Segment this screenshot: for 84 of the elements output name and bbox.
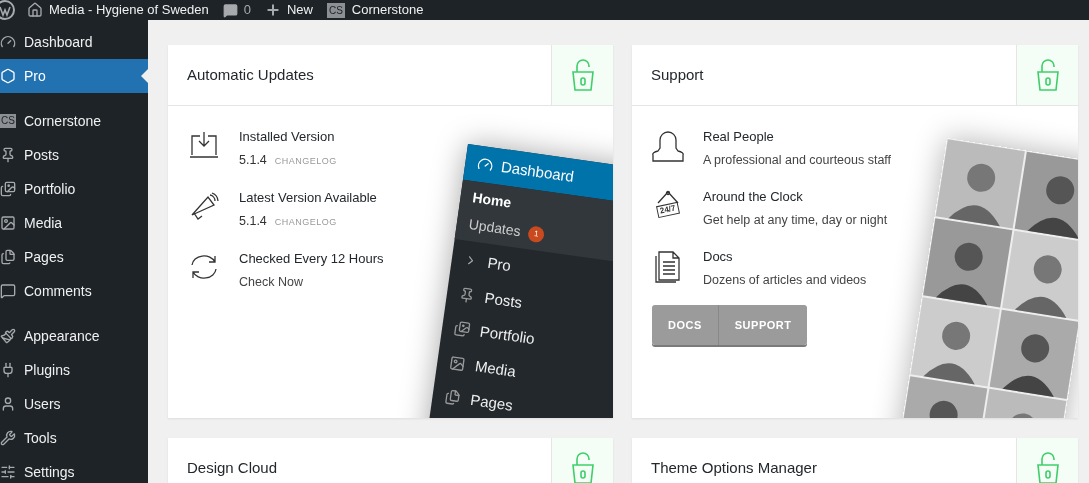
lock-box[interactable] [1016, 45, 1078, 105]
item-title: Latest Version Available [239, 189, 377, 207]
padlock-icon [570, 451, 595, 483]
plus-icon [264, 2, 281, 18]
pin-icon [0, 147, 16, 163]
update-count-badge: 1 [527, 224, 546, 243]
padlock-icon [1035, 58, 1060, 92]
pages-icon [443, 388, 462, 407]
sidebar-item[interactable]: Settings [0, 455, 148, 483]
item-title: Installed Version [239, 128, 336, 146]
site-name-link[interactable]: Media - Hygiene of Sweden [27, 0, 209, 20]
new-link[interactable]: New [264, 0, 313, 20]
sidebar-label: Plugins [24, 360, 70, 380]
item-title: Real People [703, 128, 775, 146]
wordpress-logo-icon[interactable] [0, 0, 15, 20]
lock-box[interactable] [551, 45, 613, 105]
home-icon [27, 2, 43, 18]
comments-link[interactable]: 0 [222, 0, 251, 20]
item-title: Around the Clock [703, 188, 804, 206]
item-subtitle: Get help at any time, day or night [703, 212, 888, 229]
sidebar-label: Appearance [24, 326, 100, 346]
sidebar-label: Comments [24, 281, 92, 301]
sidebar-item[interactable]: Media [0, 206, 148, 240]
sliders-icon [0, 464, 16, 480]
sidebar-item[interactable]: Pro [0, 59, 148, 93]
check-now-link[interactable]: Check Now [239, 273, 384, 291]
preview-submenu-item: Home [471, 188, 513, 213]
download-icon [187, 130, 221, 160]
plug-icon [0, 362, 16, 378]
comment-icon [222, 2, 238, 18]
person-icon [652, 130, 684, 164]
user-icon [0, 396, 16, 412]
gauge-icon [0, 34, 16, 50]
cornerstone-badge: CS [0, 114, 16, 128]
preview-submenu-item: Updates [467, 215, 522, 242]
hexagon-icon [0, 68, 16, 84]
sidebar-label: Posts [24, 145, 59, 165]
refresh-icon [188, 252, 220, 282]
sidebar-item[interactable]: Portfolio [0, 172, 148, 206]
card-title: Design Cloud [187, 457, 278, 478]
sidebar-item[interactable]: Comments [0, 274, 148, 308]
image-icon [0, 215, 16, 231]
item-title: Checked Every 12 Hours [239, 250, 384, 268]
sidebar-item[interactable]: CS Cornerstone [0, 104, 148, 138]
version-number: 5.1.4 [239, 213, 267, 230]
version-number: 5.1.4 [239, 152, 267, 169]
sidebar-label: Cornerstone [24, 111, 102, 131]
sidebar-item[interactable]: Plugins [0, 353, 148, 387]
sidebar-label: Pro [24, 66, 46, 86]
image-icon [448, 354, 467, 373]
card-title: Support [651, 64, 704, 85]
padlock-icon [570, 58, 595, 92]
sidebar-item[interactable]: Users [0, 387, 148, 421]
sidebar-item[interactable]: Dashboard [0, 25, 148, 59]
pages-icon [0, 249, 16, 265]
sidebar-label: Users [24, 394, 61, 414]
sidebar-label: Tools [24, 428, 57, 448]
item-subtitle: Dozens of articles and videos [703, 272, 867, 289]
card-title: Theme Options Manager [651, 457, 817, 478]
sidebar-item[interactable]: Appearance [0, 319, 148, 353]
sidebar-label: Settings [24, 462, 75, 482]
wrench-icon [0, 430, 16, 446]
sidebar-label: Dashboard [24, 32, 93, 52]
images-icon [453, 320, 472, 339]
sidebar-item[interactable]: Pages [0, 240, 148, 274]
lock-box[interactable] [1016, 438, 1078, 483]
preview-header-label: Dashboard [499, 156, 576, 187]
padlock-icon [1035, 451, 1060, 483]
sidebar-label: Portfolio [24, 179, 76, 199]
card-title: Automatic Updates [187, 64, 314, 85]
item-subtitle: A professional and courteous staff [703, 152, 892, 169]
comment-icon [0, 283, 16, 299]
images-icon [0, 181, 16, 197]
paintbrush-icon [0, 328, 16, 344]
cornerstone-link[interactable]: CS Cornerstone [326, 0, 424, 20]
active-notch [141, 69, 148, 83]
sidebar-label: Pages [24, 247, 64, 267]
item-title: Docs [703, 248, 734, 266]
lock-box[interactable] [551, 438, 613, 483]
sidebar-item[interactable]: Tools [0, 421, 148, 455]
sidebar-label: Media [24, 213, 63, 233]
cornerstone-badge: CS [326, 2, 345, 18]
sidebar-item[interactable]: Posts [0, 138, 148, 172]
document-icon [654, 250, 682, 284]
